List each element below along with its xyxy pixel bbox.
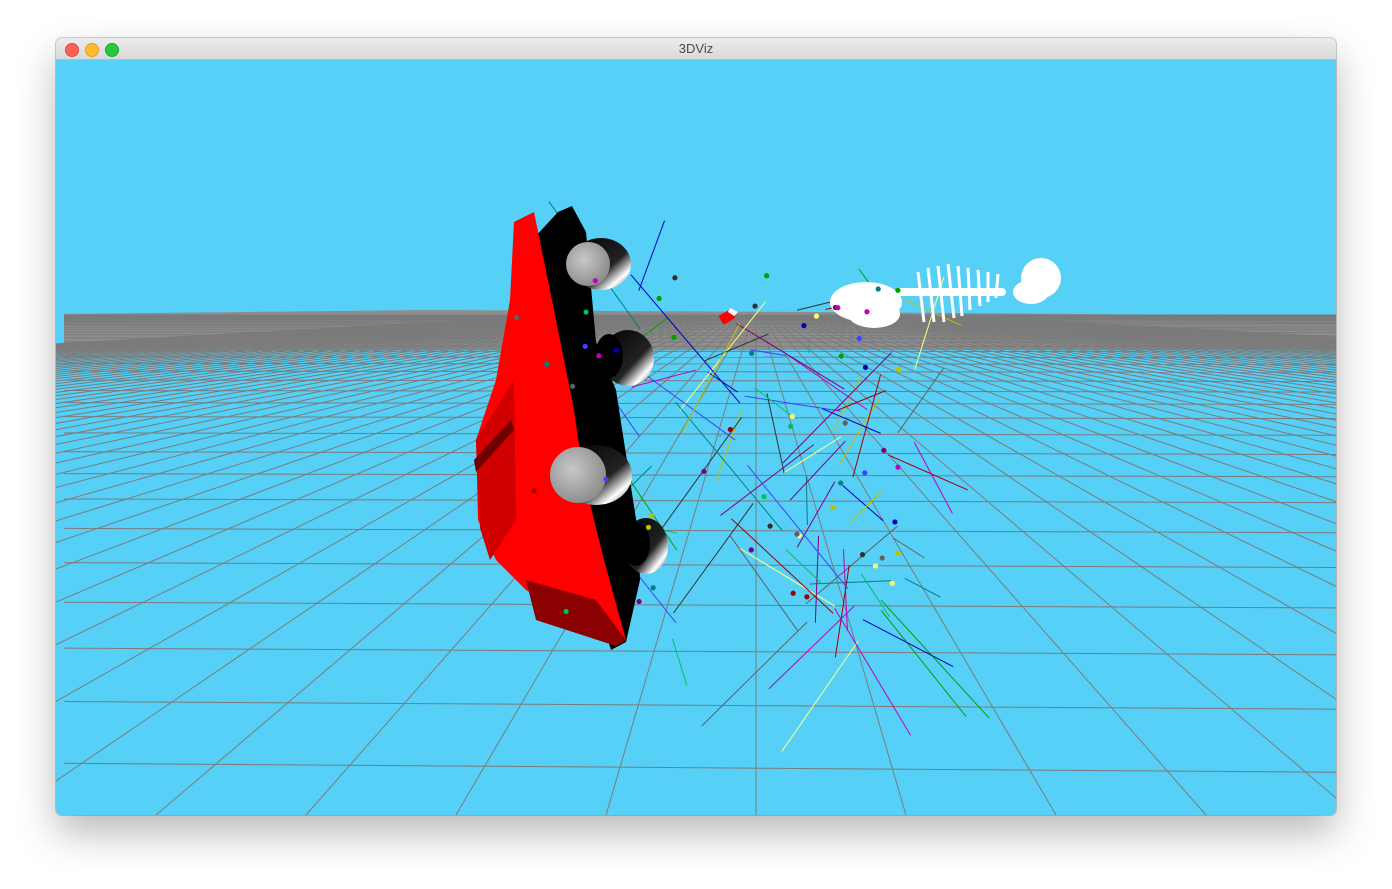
particle-sphere — [842, 420, 848, 426]
particle-line — [808, 338, 811, 354]
particle-sphere — [872, 563, 879, 569]
particle-sphere — [727, 426, 733, 433]
particle-sphere — [864, 309, 870, 315]
particle-sphere — [636, 598, 642, 605]
particle-sphere — [859, 552, 866, 558]
particle-sphere — [648, 513, 654, 519]
particle-sphere — [801, 323, 807, 329]
title-bar[interactable]: 3DViz — [56, 38, 1336, 60]
particle-sphere — [835, 305, 841, 311]
particle-sphere — [896, 367, 902, 373]
particle-sphere — [881, 447, 887, 453]
particle-sphere — [789, 413, 795, 420]
particle-sphere — [790, 590, 796, 596]
particle-sphere — [862, 364, 869, 371]
app-window: 3DViz — [56, 38, 1336, 815]
particle-sphere — [596, 353, 602, 359]
particle-sphere — [582, 343, 588, 349]
particle-sphere — [764, 273, 770, 279]
particle-sphere — [813, 313, 820, 319]
particle-sphere — [838, 480, 844, 486]
particle-sphere — [804, 594, 810, 600]
particle-sphere — [613, 347, 619, 353]
particle-sphere — [531, 488, 537, 494]
particle-sphere — [794, 531, 800, 537]
particle-sphere — [895, 287, 901, 293]
particle-sphere — [761, 494, 767, 500]
particle-sphere — [583, 309, 589, 315]
particle-sphere — [889, 580, 895, 586]
particle-sphere — [879, 555, 885, 561]
particle-sphere — [788, 423, 794, 429]
particle-sphere — [830, 504, 836, 511]
particle-sphere — [544, 361, 550, 367]
particle-sphere — [875, 286, 881, 292]
particle-line — [719, 434, 721, 437]
particle-sphere — [895, 550, 901, 556]
window-title: 3DViz — [678, 41, 714, 56]
particle-sphere — [701, 468, 707, 474]
particle-sphere — [672, 275, 678, 281]
particle-sphere — [748, 547, 754, 553]
particle-sphere — [838, 353, 844, 359]
particle-sphere — [752, 303, 758, 309]
3d-viewport[interactable] — [56, 60, 1336, 815]
particle-sphere — [603, 476, 609, 482]
particle-sphere — [570, 383, 576, 389]
particle-sphere — [645, 524, 652, 530]
particle-sphere — [749, 350, 755, 356]
particle-sphere — [895, 464, 901, 470]
particle-sphere — [592, 278, 598, 284]
particle-sphere — [513, 314, 520, 321]
particle-sphere — [767, 523, 773, 529]
scene-canvas[interactable] — [56, 60, 1336, 815]
particle-sphere — [856, 335, 862, 342]
particle-sphere — [892, 519, 898, 525]
particle-sphere — [671, 334, 677, 341]
particle-sphere — [656, 295, 662, 302]
particle-sphere — [650, 585, 656, 591]
particle-sphere — [563, 608, 569, 615]
particle-sphere — [862, 470, 868, 476]
